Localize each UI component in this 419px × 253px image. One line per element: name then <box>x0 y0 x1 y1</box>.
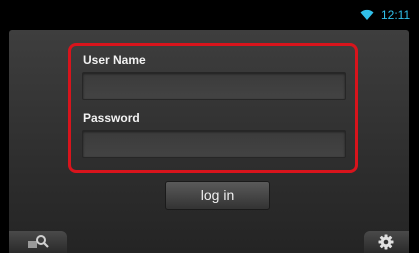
wifi-icon <box>360 9 374 20</box>
clock: 12:11 <box>381 8 411 22</box>
settings-button[interactable] <box>364 231 409 253</box>
gear-icon <box>378 234 394 250</box>
login-panel: User Name Password <box>68 43 358 173</box>
username-label: User Name <box>83 53 146 67</box>
username-input[interactable] <box>82 72 346 100</box>
source-search-button[interactable] <box>9 231 67 253</box>
password-label: Password <box>83 111 140 125</box>
login-button[interactable]: log in <box>165 181 270 210</box>
password-input[interactable] <box>82 130 346 158</box>
status-bar: 12:11 <box>0 0 419 30</box>
search-source-icon <box>28 235 49 248</box>
